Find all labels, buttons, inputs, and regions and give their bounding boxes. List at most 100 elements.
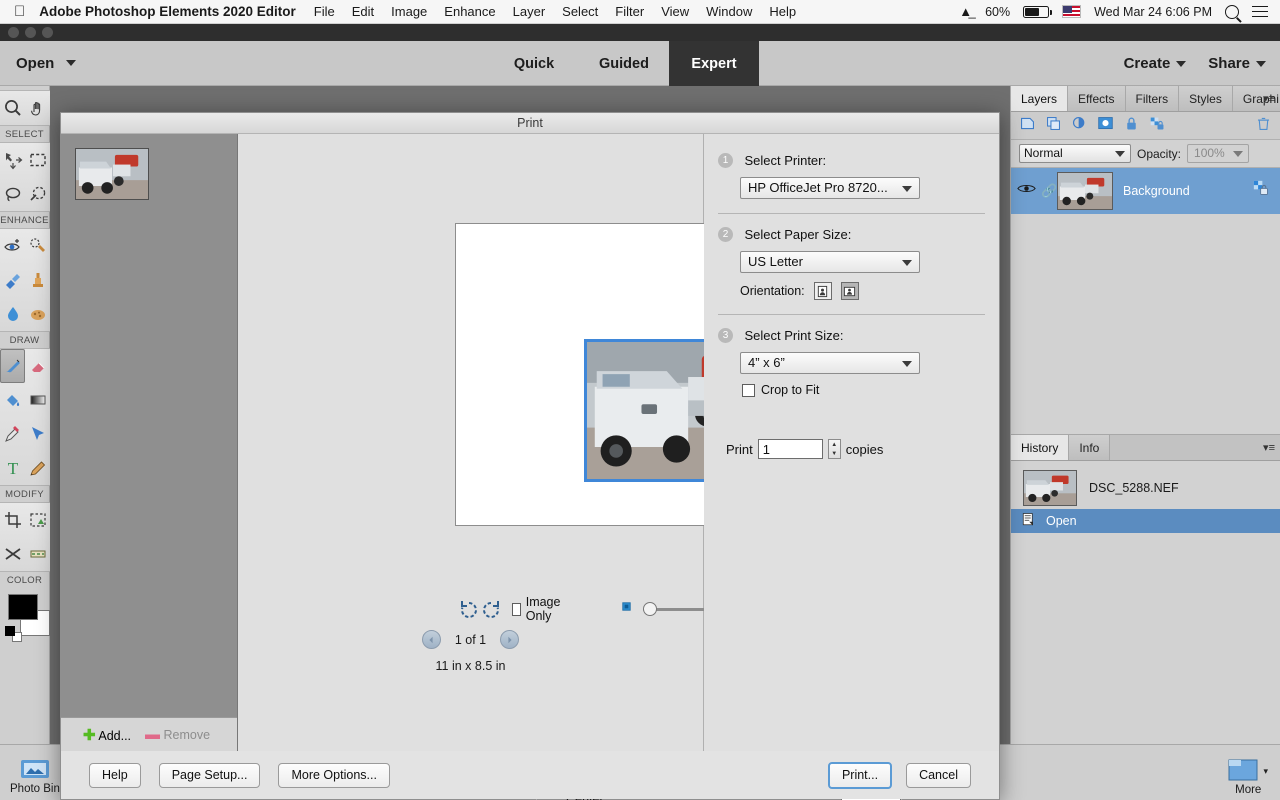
tab-styles[interactable]: Styles (1179, 86, 1233, 111)
printer-select[interactable]: HP OfficeJet Pro 8720... (740, 177, 920, 199)
red-eye-removal-tool[interactable] (0, 229, 25, 263)
cancel-button[interactable]: Cancel (906, 762, 971, 788)
layer-link-icon[interactable]: 🔗 (1041, 183, 1057, 199)
open-button[interactable]: Open (16, 55, 54, 72)
share-button[interactable]: Share (1208, 55, 1250, 72)
menu-window[interactable]: Window (706, 4, 752, 19)
clone-stamp-tool[interactable] (25, 263, 50, 297)
copies-input[interactable]: 1 (757, 439, 823, 459)
layer-thumbnail[interactable] (1057, 172, 1113, 210)
window-minimize-button[interactable] (25, 27, 36, 38)
blend-mode-select[interactable]: Normal (1019, 144, 1131, 163)
tab-layers[interactable]: Layers (1011, 86, 1069, 111)
tab-guided[interactable]: Guided (579, 41, 669, 86)
menu-help[interactable]: Help (769, 4, 796, 19)
quick-selection-tool[interactable] (25, 177, 50, 211)
share-chevron-down-icon[interactable] (1256, 60, 1266, 67)
panel-menu-icon[interactable]: ▾≡ (1263, 92, 1275, 105)
brush-tool[interactable] (0, 349, 25, 383)
tab-effects[interactable]: Effects (1068, 86, 1126, 111)
clock-label[interactable]: Wed Mar 24 6:06 PM (1094, 5, 1212, 19)
us-flag-icon[interactable] (1062, 5, 1082, 18)
remove-photo-button[interactable]: ▬ Remove (145, 726, 210, 743)
move-tool[interactable] (0, 143, 25, 177)
duplicate-layer-icon[interactable] (1045, 115, 1062, 137)
gradient-tool[interactable] (25, 383, 50, 417)
more-options-button[interactable]: More Options... (278, 762, 390, 788)
menu-image[interactable]: Image (391, 4, 427, 19)
tab-history[interactable]: History (1011, 435, 1070, 460)
pencil-tool[interactable] (25, 451, 50, 485)
image-only-checkbox[interactable] (512, 602, 521, 616)
tab-info[interactable]: Info (1069, 435, 1111, 460)
type-tool[interactable]: T (0, 451, 25, 485)
window-close-button[interactable] (8, 27, 19, 38)
default-colors-foreground-icon[interactable] (5, 626, 15, 636)
rectangular-marquee-tool[interactable] (25, 143, 50, 177)
content-aware-move-tool[interactable] (0, 537, 25, 571)
prev-arrow-icon[interactable] (421, 630, 441, 649)
zoom-tool[interactable] (0, 91, 25, 125)
color-picker-tool[interactable] (0, 417, 25, 451)
lock-transparency-icon[interactable] (1149, 115, 1166, 137)
more-chevron-down-icon[interactable]: ▾ (1263, 766, 1268, 777)
lock-icon[interactable] (1123, 115, 1140, 137)
history-item-snapshot[interactable]: DSC_5288.NEF (1011, 467, 1280, 509)
create-button[interactable]: Create (1124, 55, 1171, 72)
opacity-input[interactable]: 100% (1187, 144, 1250, 163)
layer-visibility-eye-icon[interactable] (1011, 182, 1041, 200)
menu-view[interactable]: View (661, 4, 689, 19)
control-center-icon[interactable] (1252, 5, 1268, 18)
print-button[interactable]: Print... (827, 761, 893, 789)
menu-file[interactable]: File (314, 4, 335, 19)
next-arrow-icon[interactable] (500, 630, 520, 649)
crop-to-fit-row[interactable]: Crop to Fit (742, 383, 999, 397)
search-icon[interactable] (1225, 4, 1239, 19)
create-chevron-down-icon[interactable] (1176, 60, 1187, 67)
rotate-right-icon[interactable] (480, 598, 502, 620)
tab-filters[interactable]: Filters (1125, 86, 1180, 111)
history-item-open[interactable]: Open (1011, 509, 1280, 533)
window-maximize-button[interactable] (42, 27, 53, 38)
foreground-color-swatch[interactable] (8, 594, 38, 620)
landscape-orientation-icon[interactable] (840, 282, 859, 300)
sponge-tool[interactable] (25, 297, 50, 331)
delete-layer-icon[interactable] (1255, 115, 1272, 137)
menu-edit[interactable]: Edit (352, 4, 374, 19)
zoom-slider-handle[interactable] (642, 602, 657, 616)
recompose-tool[interactable] (25, 503, 50, 537)
add-photo-button[interactable]: ✚ Add... (83, 726, 131, 744)
apple-logo-icon[interactable]:  (14, 4, 25, 19)
layer-mask-icon[interactable] (1097, 115, 1114, 137)
crop-tool[interactable] (0, 503, 25, 537)
open-chevron-down-icon[interactable] (66, 60, 77, 66)
bottom-item-more[interactable]: ▾ More (1228, 759, 1268, 796)
menu-filter[interactable]: Filter (615, 4, 644, 19)
small-thumbnail-icon[interactable] (620, 600, 633, 618)
paint-bucket-tool[interactable] (0, 383, 25, 417)
crop-to-fit-checkbox[interactable] (742, 383, 755, 397)
eject-icon[interactable]: ▲̲ (959, 4, 972, 19)
tab-quick[interactable]: Quick (489, 41, 579, 86)
help-button[interactable]: Help (89, 762, 141, 788)
paper-size-select[interactable]: US Letter (740, 251, 920, 273)
menu-layer[interactable]: Layer (513, 4, 546, 19)
portrait-orientation-icon[interactable] (813, 282, 832, 300)
layer-row-background[interactable]: 🔗 Background (1011, 168, 1280, 214)
print-size-select[interactable]: 4” x 6” (740, 352, 920, 374)
adjustment-layer-icon[interactable] (1071, 115, 1088, 137)
straighten-tool[interactable] (25, 537, 50, 571)
image-only-checkbox-group[interactable]: Image Only (512, 595, 565, 623)
print-bin-thumbnail[interactable] (75, 148, 149, 200)
hand-tool[interactable] (25, 91, 50, 125)
blur-tool[interactable] (0, 297, 25, 331)
history-panel-menu-icon[interactable]: ▾≡ (1263, 441, 1275, 454)
battery-icon[interactable] (1023, 5, 1053, 18)
tab-expert[interactable]: Expert (669, 41, 759, 86)
lasso-tool[interactable] (0, 177, 25, 211)
page-setup-button[interactable]: Page Setup... (158, 762, 261, 788)
custom-shape-tool[interactable] (25, 417, 50, 451)
menu-enhance[interactable]: Enhance (444, 4, 495, 19)
eraser-tool[interactable] (25, 349, 50, 383)
smart-brush-tool[interactable] (0, 263, 25, 297)
